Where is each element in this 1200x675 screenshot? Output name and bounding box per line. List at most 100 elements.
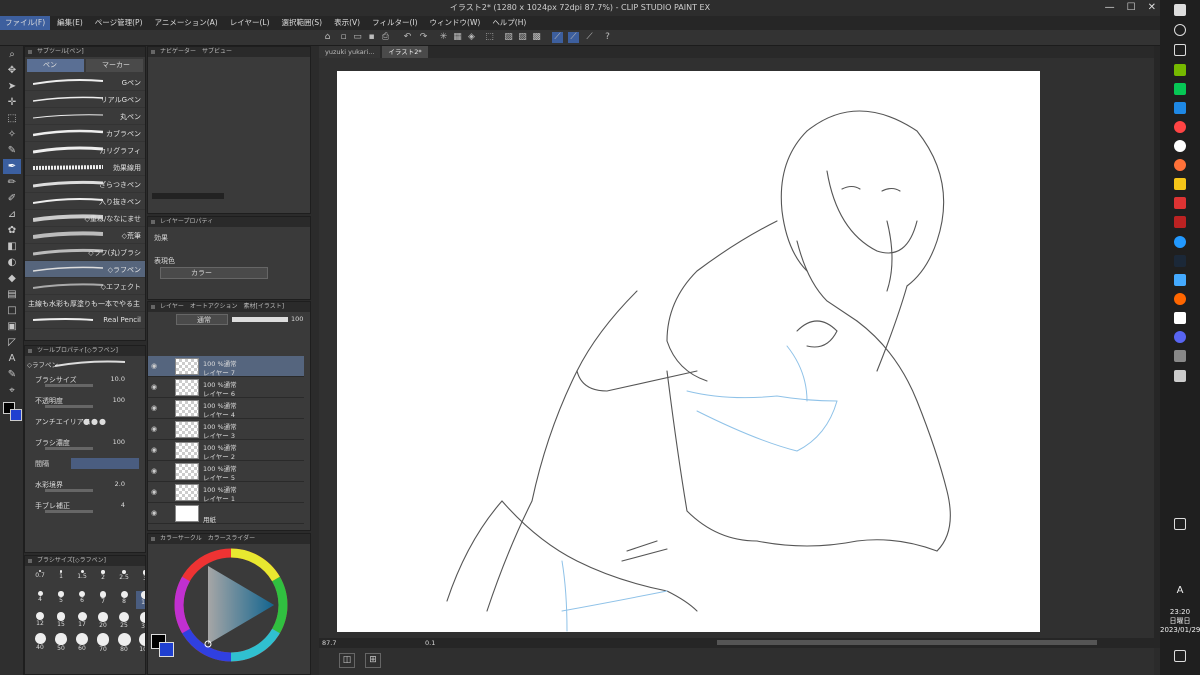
tab-layer[interactable]: レイヤー — [160, 302, 184, 312]
horizontal-scrollbar[interactable] — [717, 640, 1097, 645]
clear-icon[interactable]: ✳ — [438, 32, 449, 43]
redo-icon[interactable]: ↷ — [418, 32, 429, 43]
brush-size-option[interactable]: 8 — [115, 591, 133, 609]
brush-item[interactable]: Gペン — [25, 74, 145, 91]
app-icon[interactable] — [1174, 216, 1186, 228]
fill-icon[interactable]: ▦ — [452, 32, 463, 43]
windows-start-icon[interactable] — [1174, 4, 1186, 16]
eye-icon[interactable]: ◉ — [151, 446, 159, 454]
auto-select-icon[interactable]: ✧ — [3, 127, 21, 142]
brush-size-option[interactable]: 4 — [31, 591, 49, 609]
clip-studio-icon[interactable] — [1174, 370, 1186, 382]
minimize-button[interactable]: — — [1105, 0, 1115, 16]
zoom-tool-icon[interactable]: ⌕ — [3, 47, 21, 62]
menu-edit[interactable]: 編集(E) — [52, 16, 88, 30]
fill-tool-icon[interactable]: ◆ — [3, 271, 21, 286]
notification-icon[interactable] — [1174, 650, 1186, 662]
canvas-paper[interactable] — [337, 71, 1040, 632]
snap-ruler-icon[interactable]: ⟋ — [552, 32, 563, 43]
layer-row[interactable]: ◉ 用紙 — [148, 503, 304, 524]
new-file-icon[interactable]: ▫ — [338, 32, 349, 43]
layer-row[interactable]: ◉ 100 %通常 レイヤー 6 — [148, 377, 304, 398]
frame-tool-icon[interactable]: ▣ — [3, 319, 21, 334]
brush-size-option[interactable]: 10 — [136, 591, 145, 609]
layer-row[interactable]: ◉ 100 %通常 レイヤー 2 — [148, 440, 304, 461]
tab-navigator[interactable]: ナビゲーター — [160, 47, 196, 57]
text-tool-icon[interactable]: A — [3, 351, 21, 366]
close-button[interactable]: ✕ — [1148, 0, 1156, 16]
tab-color-slider[interactable]: カラースライダー — [208, 534, 255, 544]
help-icon[interactable]: ? — [602, 32, 613, 43]
brush-size-option[interactable]: 50 — [52, 633, 70, 652]
eye-icon[interactable]: ◉ — [151, 467, 159, 475]
sub-color-swatch[interactable] — [10, 409, 22, 421]
brush-size-option[interactable]: 0.7 — [31, 570, 49, 588]
operation-tool-icon[interactable]: ➤ — [3, 79, 21, 94]
yandex-icon[interactable] — [1174, 140, 1186, 152]
brush-item[interactable]: 入り抜きペン — [25, 193, 145, 210]
brush-size-option[interactable]: 80 — [115, 633, 133, 653]
menu-file[interactable]: ファイル(F) — [0, 16, 51, 30]
explorer-icon[interactable] — [1174, 178, 1186, 190]
move-layer-icon[interactable]: ✛ — [3, 95, 21, 110]
move-tool-icon[interactable]: ✥ — [3, 63, 21, 78]
brush-item[interactable]: リアルGペン — [25, 91, 145, 108]
snap-icon[interactable]: ▨ — [503, 32, 514, 43]
eye-icon[interactable]: ◉ — [151, 362, 159, 370]
nvidia-icon[interactable] — [1174, 64, 1186, 76]
correct-line-icon[interactable]: ⌖ — [3, 383, 21, 398]
gradient-tool-icon[interactable]: ▤ — [3, 287, 21, 302]
maximize-button[interactable]: ☐ — [1127, 0, 1136, 16]
brush-size-option[interactable]: 100 — [136, 633, 145, 653]
menu-layer[interactable]: レイヤー(L) — [225, 16, 275, 30]
brush-item[interactable]: 効果線用 — [25, 159, 145, 176]
discord-icon[interactable] — [1174, 331, 1186, 343]
eye-icon[interactable]: ◉ — [151, 404, 159, 412]
brush-size-option[interactable]: 1 — [52, 570, 70, 588]
pen-tool-icon[interactable]: ✒ — [3, 159, 21, 174]
airbrush-tool-icon[interactable]: ⊿ — [3, 207, 21, 222]
doc-tab-active[interactable]: イラスト2* — [382, 46, 428, 58]
layer-row[interactable]: ◉ 100 %通常 レイヤー 4 — [148, 398, 304, 419]
layout-icon[interactable]: ◫ — [339, 653, 355, 668]
tab-marker[interactable]: マーカー — [86, 59, 143, 72]
brush-size-option[interactable]: 7 — [94, 591, 112, 609]
color-wheel[interactable] — [170, 544, 292, 666]
layer-row[interactable]: ◉ 100 %通常 レイヤー 1 — [148, 482, 304, 503]
blend-mode-select[interactable]: 通常 — [176, 314, 228, 325]
brush-size-option[interactable]: 2.5 — [115, 570, 133, 588]
eye-icon[interactable]: ◉ — [151, 425, 159, 433]
transform-icon[interactable]: ◈ — [466, 32, 477, 43]
app-icon[interactable] — [1174, 350, 1186, 362]
brush-size-option[interactable]: 30 — [136, 612, 145, 630]
layer-opacity-slider[interactable] — [232, 317, 288, 322]
brush-tool-icon[interactable]: ✐ — [3, 191, 21, 206]
chrome-icon[interactable] — [1174, 121, 1186, 133]
tab-subview[interactable]: サブビュー — [202, 47, 232, 57]
eyedropper-icon[interactable]: ✎ — [3, 143, 21, 158]
menu-window[interactable]: ウィンドウ(W) — [425, 16, 486, 30]
blend-tool-icon[interactable]: ◐ — [3, 255, 21, 270]
prop-watercolor-edge[interactable]: 水彩境界 2.0 — [25, 477, 145, 498]
pencil-tool-icon[interactable]: ✏ — [3, 175, 21, 190]
app-icon[interactable] — [1174, 293, 1186, 305]
brush-size-option[interactable]: 70 — [94, 633, 112, 653]
home-icon[interactable]: ⌂ — [322, 32, 333, 43]
brush-size-option[interactable]: 12 — [31, 612, 49, 630]
brush-size-option[interactable]: 15 — [52, 612, 70, 630]
grid-icon[interactable]: ▩ — [531, 32, 542, 43]
layer-row[interactable]: ◉ 100 %通常 レイヤー 3 — [148, 419, 304, 440]
open-file-icon[interactable]: ▭ — [352, 32, 363, 43]
layer-row[interactable]: ◉ 100 %通常 レイヤー 7 — [148, 356, 304, 377]
brush-item[interactable]: ざらつきペン — [25, 176, 145, 193]
ruler-icon[interactable]: ▨ — [517, 32, 528, 43]
brush-item-selected[interactable]: ◇ラフペン — [25, 261, 145, 278]
decoration-tool-icon[interactable]: ✿ — [3, 223, 21, 238]
save-icon[interactable]: ▪ — [366, 32, 377, 43]
brush-size-option[interactable]: 20 — [94, 612, 112, 630]
snap-special-icon[interactable]: ⟋ — [568, 32, 579, 43]
tab-color-circle[interactable]: カラーサークル — [160, 534, 202, 544]
tab-material[interactable]: 素材[イラスト] — [244, 302, 285, 312]
steam-icon[interactable] — [1174, 255, 1186, 267]
cw-sub-color[interactable] — [159, 642, 174, 657]
